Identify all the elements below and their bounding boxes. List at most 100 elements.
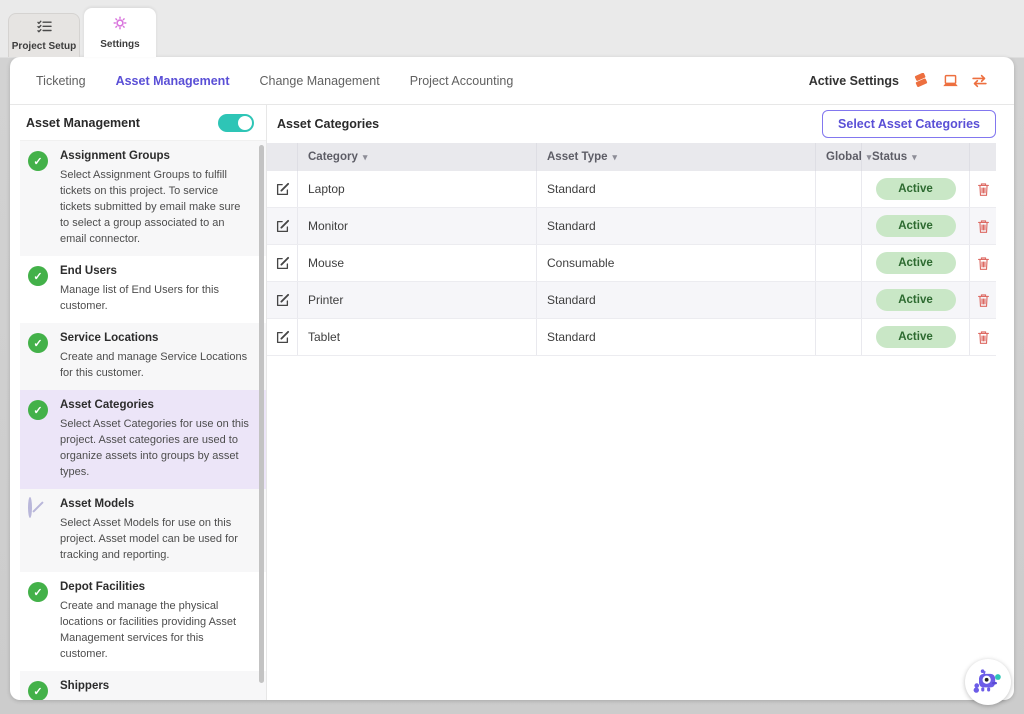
select-asset-categories-button[interactable]: Select Asset Categories [822,110,996,138]
header-global[interactable]: Global [815,143,861,171]
delete-button[interactable] [977,182,990,197]
asset-management-toggle[interactable] [218,114,254,132]
sort-arrow-icon [912,152,917,163]
sidebar-item-description: Select Assignment Groups to fulfill tick… [60,167,250,247]
chat-assistant-button[interactable] [965,659,1011,705]
table-header-row: Category Asset Type Global Status [267,143,996,171]
nav-item-change-management[interactable]: Change Management [260,74,380,88]
sidebar-item-title: End Users [60,265,250,277]
check-icon [28,333,48,353]
cell-global [815,208,861,244]
sidebar-item-description: Manage list of End Users for this custom… [60,282,250,314]
sidebar-item-service-locations[interactable]: Service Locations Create and manage Serv… [20,323,266,390]
header-category[interactable]: Category [297,143,536,171]
edit-button[interactable] [275,256,290,271]
asset-categories-pane: Asset Categories Select Asset Categories… [267,105,1004,700]
edit-button[interactable] [275,330,290,345]
sidebar-item-asset-models[interactable]: Asset Models Select Asset Models for use… [20,489,266,572]
cell-asset-type: Standard [536,319,815,355]
delete-button[interactable] [977,330,990,345]
cell-category: Tablet [297,319,536,355]
table-row: Tablet Standard Active [267,319,996,356]
header-asset-type[interactable]: Asset Type [536,143,815,171]
edit-button[interactable] [275,219,290,234]
sidebar-item-description: Create and manage the physical locations… [60,598,250,662]
cell-asset-type: Consumable [536,245,815,281]
sort-arrow-icon [613,152,618,163]
cell-global [815,282,861,318]
asset-management-sidebar: Asset Management Assignment Groups Selec… [20,105,267,700]
status-badge: Active [876,252,956,274]
table-row: Monitor Standard Active [267,208,996,245]
not-configured-icon [28,497,32,518]
active-settings-label: Active Settings [809,74,899,88]
header-delete-column [969,143,996,171]
cell-category: Laptop [297,171,536,207]
laptop-icon[interactable] [941,73,959,89]
check-icon [28,266,48,286]
status-badge: Active [876,215,956,237]
status-badge: Active [876,289,956,311]
table-row: Mouse Consumable Active [267,245,996,282]
edit-button[interactable] [275,293,290,308]
sidebar-item-title: Shippers [60,680,250,692]
header-edit-column [267,143,297,171]
active-settings: Active Settings [809,73,988,89]
delete-button[interactable] [977,256,990,271]
check-icon [28,681,48,700]
header-status[interactable]: Status [861,143,969,171]
cell-category: Printer [297,282,536,318]
nav-item-ticketing[interactable]: Ticketing [36,74,86,88]
sidebar-item-title: Service Locations [60,332,250,344]
cell-category: Monitor [297,208,536,244]
robot-mascot-icon [970,664,1006,700]
sidebar-item-title: Asset Models [60,498,250,510]
settings-nav-items: Ticketing Asset Management Change Manage… [36,74,513,88]
tickets-icon[interactable] [912,73,930,89]
nav-item-project-accounting[interactable]: Project Accounting [410,74,514,88]
cell-global [815,245,861,281]
cell-asset-type: Standard [536,171,815,207]
tab-project-setup[interactable]: Project Setup [8,13,80,57]
settings-card: Ticketing Asset Management Change Manage… [10,57,1014,700]
check-icon [28,400,48,420]
sidebar-item-asset-categories[interactable]: Asset Categories Select Asset Categories… [20,390,266,489]
sidebar-item-shippers[interactable]: Shippers Create and manage the list of S… [20,671,266,700]
sidebar-item-description: Create and manage Service Locations for … [60,349,250,381]
cell-global [815,171,861,207]
sidebar-scrollbar[interactable] [259,145,264,683]
sidebar-item-description: Create and manage the list of Shippers f… [60,697,250,700]
sidebar-header: Asset Management [20,105,266,141]
sidebar-item-title: Assignment Groups [60,150,250,162]
sidebar-title: Asset Management [26,116,140,130]
delete-button[interactable] [977,293,990,308]
status-badge: Active [876,178,956,200]
sort-arrow-icon [363,152,368,163]
table-row: Laptop Standard Active [267,171,996,208]
check-icon [28,582,48,602]
sidebar-list: Assignment Groups Select Assignment Grou… [20,141,266,700]
tab-project-setup-label: Project Setup [12,41,76,52]
status-badge: Active [876,326,956,348]
settings-nav: Ticketing Asset Management Change Manage… [10,57,1014,105]
tab-settings[interactable]: Settings [84,8,156,57]
cell-global [815,319,861,355]
nav-item-asset-management[interactable]: Asset Management [116,74,230,88]
sidebar-item-description: Select Asset Models for use on this proj… [60,515,250,563]
delete-button[interactable] [977,219,990,234]
table-row: Printer Standard Active [267,282,996,319]
swap-arrows-icon[interactable] [970,73,988,89]
sidebar-item-title: Asset Categories [60,399,250,411]
cell-category: Mouse [297,245,536,281]
cell-asset-type: Standard [536,208,815,244]
sidebar-item-depot-facilities[interactable]: Depot Facilities Create and manage the p… [20,572,266,671]
checklist-icon [37,20,52,38]
sidebar-item-description: Select Asset Categories for use on this … [60,416,250,480]
sidebar-item-assignment-groups[interactable]: Assignment Groups Select Assignment Grou… [20,141,266,256]
sidebar-item-end-users[interactable]: End Users Manage list of End Users for t… [20,256,266,323]
check-icon [28,151,48,171]
asset-categories-table: Category Asset Type Global Status [267,143,996,356]
edit-button[interactable] [275,182,290,197]
pane-header: Asset Categories Select Asset Categories [267,105,1004,143]
cell-asset-type: Standard [536,282,815,318]
